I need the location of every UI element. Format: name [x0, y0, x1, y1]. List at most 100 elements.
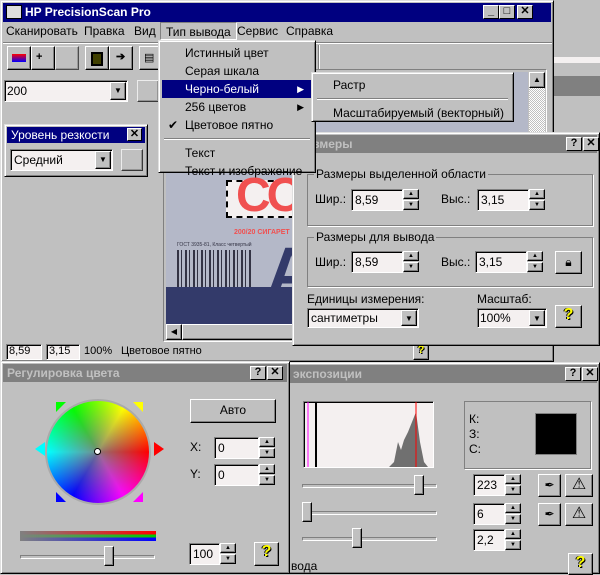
exposure-help-button[interactable]: ? [568, 553, 593, 575]
scanner-plus-icon: + [36, 51, 43, 63]
selection-height-input[interactable]: 3,15 [477, 189, 529, 211]
highlight-eyedropper-button[interactable]: ✒ [538, 474, 561, 497]
chevron-down-icon[interactable]: ▼ [529, 310, 545, 326]
x-input[interactable]: 0 [214, 437, 259, 459]
blue-corner-icon[interactable] [56, 492, 66, 502]
selection-width-input[interactable]: 8,59 [351, 189, 403, 211]
check-icon: ✔ [168, 118, 179, 132]
menu-service[interactable]: Сервис [232, 22, 283, 40]
scroll-up-icon[interactable]: ▲ [529, 72, 545, 88]
saturation-spinner[interactable]: ▲ ▼ [220, 543, 236, 565]
eyedropper-icon: ✒ [544, 507, 555, 521]
close-button[interactable]: ✕ [127, 128, 142, 141]
selection-width-spinner[interactable]: ▲ ▼ [403, 189, 419, 211]
dimensions-dialog: Размеры ? ✕ Размеры выделенной области Ш… [292, 132, 600, 346]
disabled-scan-button[interactable] [55, 46, 79, 70]
maximize-button[interactable]: □ [499, 5, 515, 19]
scale-select[interactable]: 100% ▼ [477, 308, 547, 328]
color-wheel-crosshair[interactable] [94, 448, 101, 455]
scroll-left-icon[interactable]: ◀ [166, 324, 182, 340]
barcode [177, 250, 251, 288]
sharpen-button[interactable] [137, 80, 159, 102]
send-button[interactable]: ➔ [109, 46, 133, 70]
output-width-input[interactable]: 8,59 [351, 251, 403, 273]
output-width-spinner[interactable]: ▲ ▼ [403, 251, 419, 273]
chevron-down-icon[interactable]: ▼ [110, 82, 126, 100]
app-title: HP PrecisionScan Pro [25, 5, 151, 19]
highlight-input[interactable]: 223 [473, 474, 505, 496]
shadow-warning-button[interactable]: ⚠ [565, 503, 593, 526]
scanner-arrow-icon: ➔ [116, 51, 126, 63]
gamma-input[interactable]: 2,2 [473, 529, 505, 551]
submenu-item-raster[interactable]: Растр [315, 76, 510, 94]
add-scan-button[interactable]: + [31, 46, 55, 70]
menu-item[interactable]: ✔ Цветовое пятно [162, 116, 312, 134]
dimensions-title-bar: Размеры ? ✕ [295, 135, 599, 153]
menu-output-type[interactable]: Тип вывода [160, 22, 237, 40]
menu-separator [164, 138, 310, 140]
chevron-down-icon[interactable]: ▼ [401, 310, 417, 326]
menu-item[interactable]: Черно-белый ▶ [162, 80, 312, 98]
highlight-warning-button[interactable]: ⚠ [565, 474, 593, 497]
magenta-corner-icon[interactable] [133, 492, 143, 502]
dimensions-help-button[interactable]: ? [555, 305, 582, 328]
highlight-slider-thumb[interactable] [414, 475, 425, 495]
close-button[interactable]: ✕ [583, 137, 599, 151]
y-spinner[interactable]: ▲ ▼ [259, 464, 275, 486]
shadow-slider-thumb[interactable] [302, 502, 313, 522]
close-button[interactable]: ✕ [582, 367, 598, 381]
submenu-item-vector[interactable]: Масштабируемый (векторный) [315, 104, 510, 122]
shadow-spinner[interactable]: ▲ ▼ [505, 503, 521, 525]
rgb-balance-bar [20, 531, 156, 541]
red-arrow-icon[interactable] [154, 442, 164, 456]
color-help-button[interactable]: ? [254, 542, 279, 566]
saturation-slider-thumb[interactable] [104, 546, 115, 566]
help-title-button[interactable]: ? [566, 137, 582, 151]
chevron-down-icon[interactable]: ▼ [95, 151, 111, 169]
gamma-slider-thumb[interactable] [352, 528, 363, 548]
lock-aspect-button[interactable]: 🔒︎ [555, 251, 582, 274]
save-button[interactable] [85, 46, 109, 70]
menu-item[interactable]: Текст [162, 144, 312, 162]
selection-height-spinner[interactable]: ▲ ▼ [529, 189, 545, 211]
menu-edit[interactable]: Правка [79, 22, 130, 40]
x-spinner[interactable]: ▲ ▼ [259, 437, 275, 459]
minimize-button[interactable]: _ [483, 5, 499, 19]
close-button[interactable]: ✕ [517, 5, 533, 19]
green-corner-icon[interactable] [56, 402, 66, 412]
shadow-slider[interactable] [302, 511, 437, 515]
menubar: Сканировать Правка Вид Тип вывода Сервис… [1, 22, 553, 41]
menu-item[interactable]: Истинный цвет [162, 44, 312, 62]
menu-item[interactable]: Серая шкала [162, 62, 312, 80]
yellow-corner-icon[interactable] [133, 402, 143, 412]
auto-button[interactable]: Авто [190, 399, 276, 423]
sharpness-select[interactable]: Средний ▼ [10, 149, 113, 171]
highlight-spinner[interactable]: ▲ ▼ [505, 474, 521, 496]
gamma-spinner[interactable]: ▲ ▼ [505, 529, 521, 551]
saturation-input[interactable]: 100 [189, 543, 220, 565]
output-height-spinner[interactable]: ▲ ▼ [527, 251, 543, 273]
bw-submenu: Растр Масштабируемый (векторный) [311, 72, 514, 122]
menu-item[interactable]: Текст и изображение [162, 162, 312, 180]
y-input[interactable]: 0 [214, 464, 259, 486]
cyan-arrow-icon[interactable] [35, 442, 45, 456]
color-wheel[interactable] [45, 399, 151, 505]
help-title-button[interactable]: ? [565, 367, 581, 381]
menu-view[interactable]: Вид [129, 22, 161, 40]
shadow-eyedropper-button[interactable]: ✒ [538, 503, 561, 526]
gamma-slider[interactable] [302, 537, 437, 541]
output-height-input[interactable]: 3,15 [475, 251, 527, 273]
menu-help[interactable]: Справка [281, 22, 338, 40]
resolution-select[interactable]: 200 ▼ [4, 80, 128, 102]
units-select[interactable]: сантиметры ▼ [307, 308, 419, 328]
sharpness-title-bar: Уровень резкости ✕ [7, 127, 145, 143]
sharpen-apply-button[interactable] [121, 149, 143, 171]
scan-button[interactable] [7, 46, 31, 70]
close-button[interactable]: ✕ [267, 366, 283, 380]
menu-scan[interactable]: Сканировать [1, 22, 83, 40]
color-adjust-dialog: Регулировка цвета ? ✕ Авто X: 0 ▲ ▼ Y: 0 … [0, 361, 290, 574]
shadow-input[interactable]: 6 [473, 503, 505, 525]
menu-item[interactable]: 256 цветов ▶ [162, 98, 312, 116]
help-title-button[interactable]: ? [250, 366, 266, 380]
saturation-slider[interactable] [20, 555, 155, 559]
